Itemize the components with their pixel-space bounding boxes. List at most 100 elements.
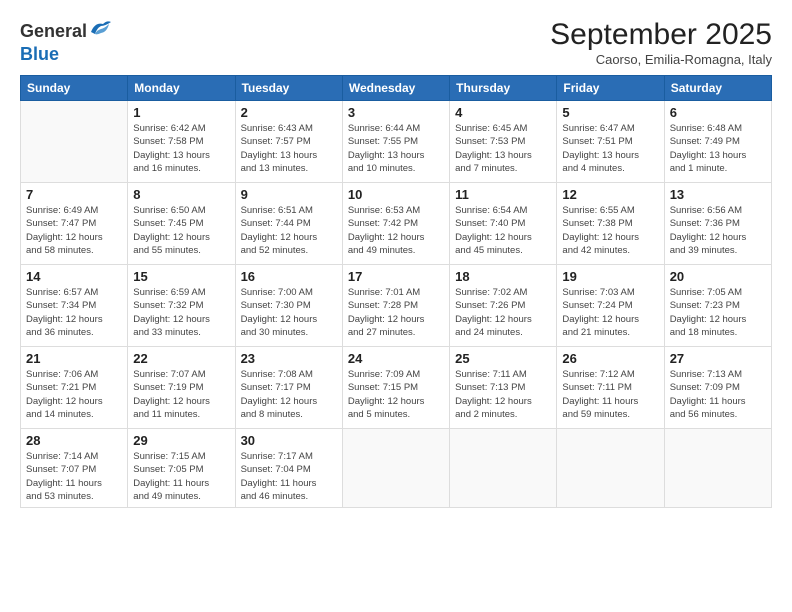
day-number: 9 bbox=[241, 187, 337, 202]
col-sunday: Sunday bbox=[21, 76, 128, 101]
location-subtitle: Caorso, Emilia-Romagna, Italy bbox=[550, 52, 772, 67]
day-info: Sunrise: 6:42 AMSunset: 7:58 PMDaylight:… bbox=[133, 122, 229, 175]
day-number: 27 bbox=[670, 351, 766, 366]
day-info: Sunrise: 7:17 AMSunset: 7:04 PMDaylight:… bbox=[241, 450, 337, 503]
day-info: Sunrise: 6:56 AMSunset: 7:36 PMDaylight:… bbox=[670, 204, 766, 257]
calendar-cell: 7 Sunrise: 6:49 AMSunset: 7:47 PMDaylight… bbox=[21, 183, 128, 265]
calendar-cell: 28Sunrise: 7:14 AMSunset: 7:07 PMDayligh… bbox=[21, 429, 128, 508]
day-number: 29 bbox=[133, 433, 229, 448]
calendar-cell: 3Sunrise: 6:44 AMSunset: 7:55 PMDaylight… bbox=[342, 101, 449, 183]
logo-bird-icon bbox=[89, 18, 113, 45]
calendar-cell: 12 Sunrise: 6:55 AMSunset: 7:38 PMDayligh… bbox=[557, 183, 664, 265]
calendar-cell: 30 Sunrise: 7:17 AMSunset: 7:04 PMDayligh… bbox=[235, 429, 342, 508]
day-number: 30 bbox=[241, 433, 337, 448]
day-info: Sunrise: 7:00 AMSunset: 7:30 PMDaylight:… bbox=[241, 286, 337, 339]
title-area: September 2025 Caorso, Emilia-Romagna, I… bbox=[550, 18, 772, 67]
day-info: Sunrise: 7:09 AMSunset: 7:15 PMDaylight:… bbox=[348, 368, 444, 421]
calendar-cell bbox=[450, 429, 557, 508]
day-number: 16 bbox=[241, 269, 337, 284]
day-number: 20 bbox=[670, 269, 766, 284]
calendar-cell: 11 Sunrise: 6:54 AMSunset: 7:40 PMDayligh… bbox=[450, 183, 557, 265]
calendar-header-row: Sunday Monday Tuesday Wednesday Thursday… bbox=[21, 76, 772, 101]
calendar-cell bbox=[21, 101, 128, 183]
day-number: 24 bbox=[348, 351, 444, 366]
day-number: 12 bbox=[562, 187, 658, 202]
day-info: Sunrise: 6:45 AMSunset: 7:53 PMDaylight:… bbox=[455, 122, 551, 175]
day-number: 28 bbox=[26, 433, 122, 448]
day-info: Sunrise: 7:15 AMSunset: 7:05 PMDaylight:… bbox=[133, 450, 229, 503]
calendar-cell: 24 Sunrise: 7:09 AMSunset: 7:15 PMDayligh… bbox=[342, 347, 449, 429]
calendar-cell: 5 Sunrise: 6:47 AMSunset: 7:51 PMDaylight… bbox=[557, 101, 664, 183]
day-number: 3 bbox=[348, 105, 444, 120]
col-saturday: Saturday bbox=[664, 76, 771, 101]
day-number: 14 bbox=[26, 269, 122, 284]
col-monday: Monday bbox=[128, 76, 235, 101]
day-info: Sunrise: 6:57 AMSunset: 7:34 PMDaylight:… bbox=[26, 286, 122, 339]
col-wednesday: Wednesday bbox=[342, 76, 449, 101]
day-info: Sunrise: 6:48 AMSunset: 7:49 PMDaylight:… bbox=[670, 122, 766, 175]
day-number: 15 bbox=[133, 269, 229, 284]
calendar-cell: 23 Sunrise: 7:08 AMSunset: 7:17 PMDayligh… bbox=[235, 347, 342, 429]
calendar-cell: 27 Sunrise: 7:13 AMSunset: 7:09 PMDayligh… bbox=[664, 347, 771, 429]
day-number: 18 bbox=[455, 269, 551, 284]
week-row-5: 28Sunrise: 7:14 AMSunset: 7:07 PMDayligh… bbox=[21, 429, 772, 508]
day-info: Sunrise: 6:49 AMSunset: 7:47 PMDaylight:… bbox=[26, 204, 122, 257]
day-number: 26 bbox=[562, 351, 658, 366]
day-info: Sunrise: 6:55 AMSunset: 7:38 PMDaylight:… bbox=[562, 204, 658, 257]
calendar-cell: 18 Sunrise: 7:02 AMSunset: 7:26 PMDayligh… bbox=[450, 265, 557, 347]
day-number: 4 bbox=[455, 105, 551, 120]
day-info: Sunrise: 7:02 AMSunset: 7:26 PMDaylight:… bbox=[455, 286, 551, 339]
calendar-cell: 1Sunrise: 6:42 AMSunset: 7:58 PMDaylight… bbox=[128, 101, 235, 183]
day-number: 19 bbox=[562, 269, 658, 284]
day-number: 5 bbox=[562, 105, 658, 120]
calendar-cell: 16 Sunrise: 7:00 AMSunset: 7:30 PMDayligh… bbox=[235, 265, 342, 347]
day-info: Sunrise: 6:47 AMSunset: 7:51 PMDaylight:… bbox=[562, 122, 658, 175]
day-info: Sunrise: 6:43 AMSunset: 7:57 PMDaylight:… bbox=[241, 122, 337, 175]
week-row-1: 1Sunrise: 6:42 AMSunset: 7:58 PMDaylight… bbox=[21, 101, 772, 183]
calendar-cell: 29 Sunrise: 7:15 AMSunset: 7:05 PMDayligh… bbox=[128, 429, 235, 508]
calendar-cell: 25Sunrise: 7:11 AMSunset: 7:13 PMDayligh… bbox=[450, 347, 557, 429]
calendar-cell bbox=[664, 429, 771, 508]
day-number: 6 bbox=[670, 105, 766, 120]
calendar-cell: 17 Sunrise: 7:01 AMSunset: 7:28 PMDayligh… bbox=[342, 265, 449, 347]
week-row-2: 7 Sunrise: 6:49 AMSunset: 7:47 PMDaylight… bbox=[21, 183, 772, 265]
day-info: Sunrise: 6:54 AMSunset: 7:40 PMDaylight:… bbox=[455, 204, 551, 257]
day-number: 10 bbox=[348, 187, 444, 202]
day-info: Sunrise: 6:51 AMSunset: 7:44 PMDaylight:… bbox=[241, 204, 337, 257]
day-number: 21 bbox=[26, 351, 122, 366]
calendar-cell: 13 Sunrise: 6:56 AMSunset: 7:36 PMDayligh… bbox=[664, 183, 771, 265]
col-thursday: Thursday bbox=[450, 76, 557, 101]
calendar-table: Sunday Monday Tuesday Wednesday Thursday… bbox=[20, 75, 772, 508]
day-info: Sunrise: 7:07 AMSunset: 7:19 PMDaylight:… bbox=[133, 368, 229, 421]
day-info: Sunrise: 7:13 AMSunset: 7:09 PMDaylight:… bbox=[670, 368, 766, 421]
day-info: Sunrise: 6:59 AMSunset: 7:32 PMDaylight:… bbox=[133, 286, 229, 339]
week-row-3: 14 Sunrise: 6:57 AMSunset: 7:34 PMDayligh… bbox=[21, 265, 772, 347]
day-info: Sunrise: 6:50 AMSunset: 7:45 PMDaylight:… bbox=[133, 204, 229, 257]
day-info: Sunrise: 6:53 AMSunset: 7:42 PMDaylight:… bbox=[348, 204, 444, 257]
calendar-cell: 22 Sunrise: 7:07 AMSunset: 7:19 PMDayligh… bbox=[128, 347, 235, 429]
logo-text-blue: Blue bbox=[20, 45, 113, 65]
day-number: 11 bbox=[455, 187, 551, 202]
calendar-cell bbox=[557, 429, 664, 508]
day-info: Sunrise: 7:08 AMSunset: 7:17 PMDaylight:… bbox=[241, 368, 337, 421]
day-number: 13 bbox=[670, 187, 766, 202]
calendar-cell: 19Sunrise: 7:03 AMSunset: 7:24 PMDayligh… bbox=[557, 265, 664, 347]
calendar-cell: 4 Sunrise: 6:45 AMSunset: 7:53 PMDaylight… bbox=[450, 101, 557, 183]
day-info: Sunrise: 7:01 AMSunset: 7:28 PMDaylight:… bbox=[348, 286, 444, 339]
logo: General Blue bbox=[20, 18, 113, 65]
calendar-cell: 6 Sunrise: 6:48 AMSunset: 7:49 PMDaylight… bbox=[664, 101, 771, 183]
calendar-cell: 10 Sunrise: 6:53 AMSunset: 7:42 PMDayligh… bbox=[342, 183, 449, 265]
calendar-cell: 26 Sunrise: 7:12 AMSunset: 7:11 PMDayligh… bbox=[557, 347, 664, 429]
day-number: 23 bbox=[241, 351, 337, 366]
day-info: Sunrise: 7:11 AMSunset: 7:13 PMDaylight:… bbox=[455, 368, 551, 421]
calendar-cell: 2Sunrise: 6:43 AMSunset: 7:57 PMDaylight… bbox=[235, 101, 342, 183]
col-friday: Friday bbox=[557, 76, 664, 101]
day-number: 17 bbox=[348, 269, 444, 284]
day-number: 22 bbox=[133, 351, 229, 366]
day-number: 7 bbox=[26, 187, 122, 202]
month-title: September 2025 bbox=[550, 18, 772, 52]
calendar-cell: 15 Sunrise: 6:59 AMSunset: 7:32 PMDayligh… bbox=[128, 265, 235, 347]
page: General Blue September 2025 Caorso, Emil… bbox=[0, 0, 792, 612]
week-row-4: 21Sunrise: 7:06 AMSunset: 7:21 PMDayligh… bbox=[21, 347, 772, 429]
day-info: Sunrise: 7:12 AMSunset: 7:11 PMDaylight:… bbox=[562, 368, 658, 421]
